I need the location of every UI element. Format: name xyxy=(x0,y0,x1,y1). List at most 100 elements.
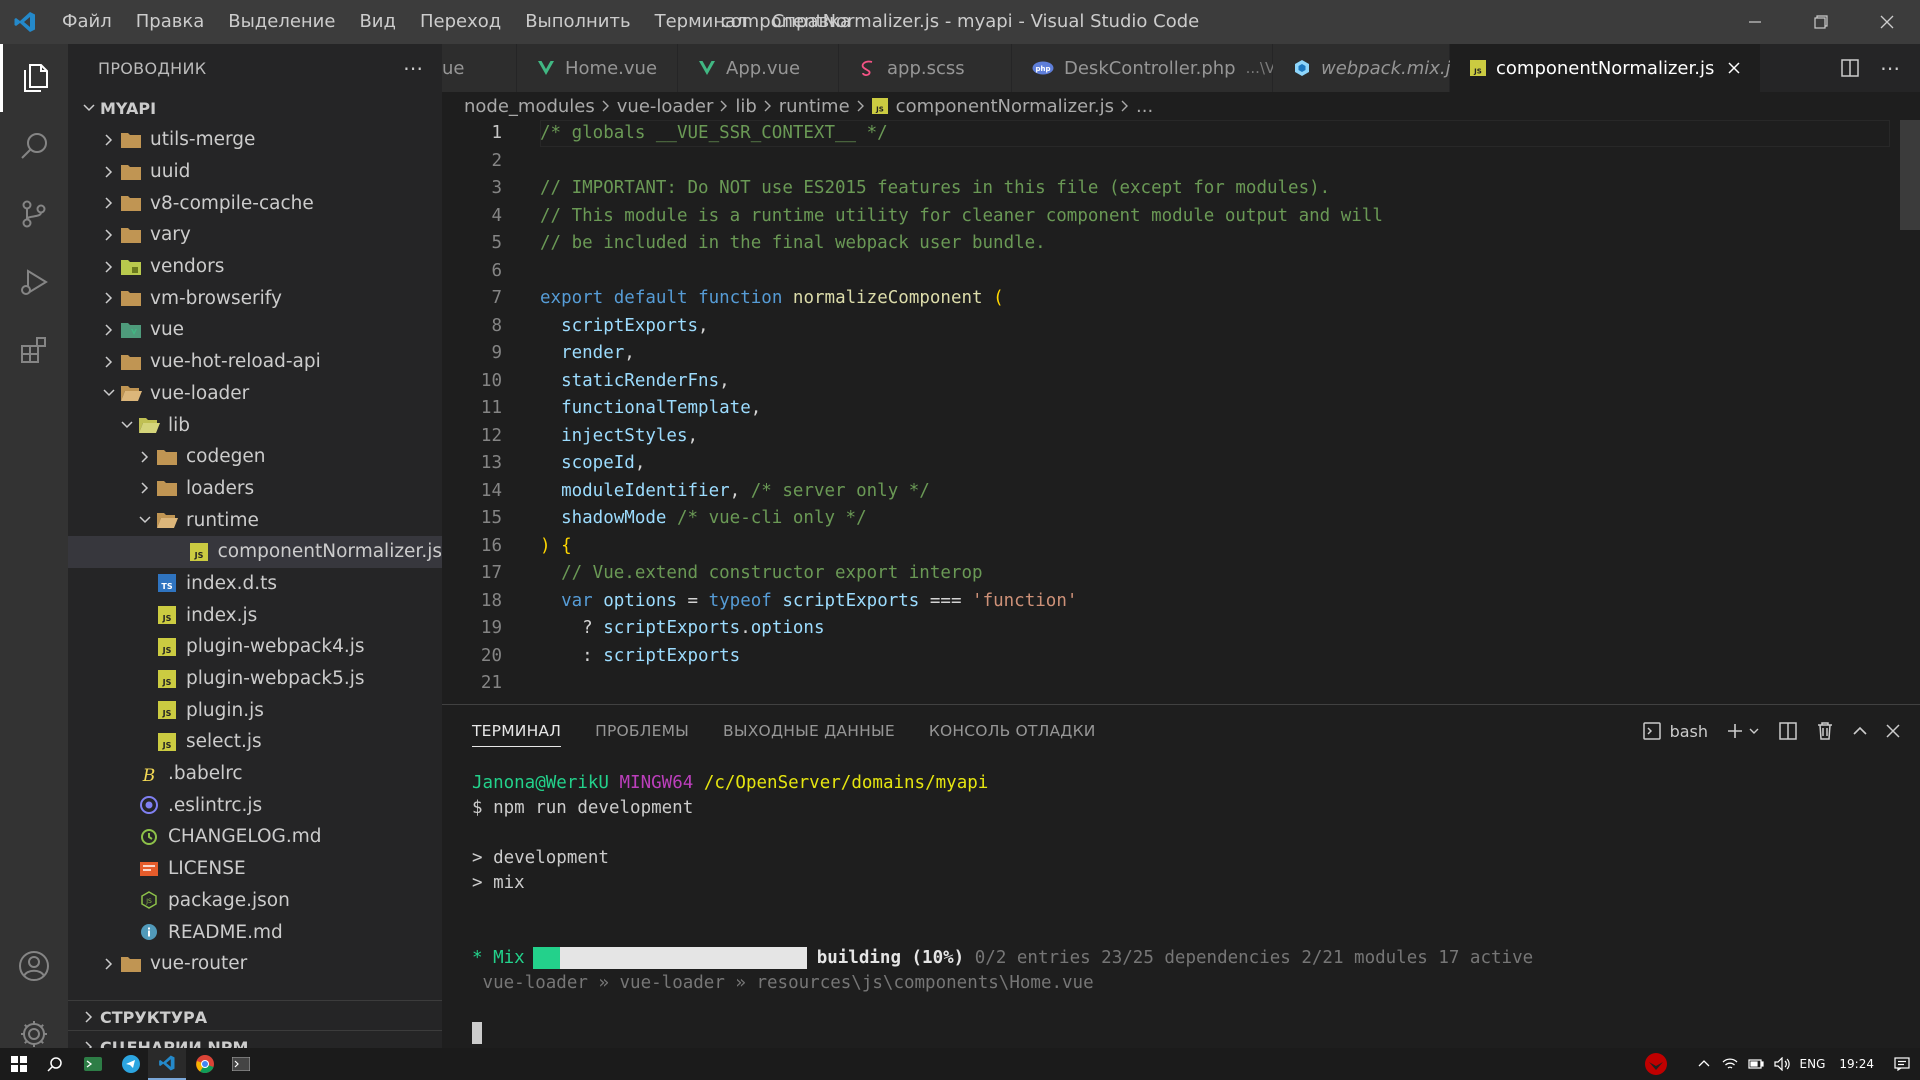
input-language[interactable]: ENG xyxy=(1800,1057,1826,1071)
code-line[interactable]: 8 scriptExports, xyxy=(442,313,1892,341)
outline-section[interactable]: СТРУКТУРА xyxy=(68,1000,442,1033)
tree-file[interactable]: LICENSE xyxy=(68,853,442,885)
code-line[interactable]: 14 moduleIdentifier, /* server only */ xyxy=(442,478,1892,506)
source-control-icon[interactable] xyxy=(0,180,68,248)
code-line[interactable]: 15 shadowMode /* vue-cli only */ xyxy=(442,505,1892,533)
tree-folder[interactable]: loaders xyxy=(68,473,442,505)
split-terminal-icon[interactable] xyxy=(1778,721,1798,741)
menu-item[interactable]: Переход xyxy=(408,0,513,44)
code-line[interactable]: 21 xyxy=(442,670,1892,698)
tree-folder[interactable]: utils-merge xyxy=(68,124,442,156)
taskbar-console-icon[interactable] xyxy=(222,1048,260,1080)
battery-icon[interactable] xyxy=(1747,1059,1764,1069)
menu-item[interactable]: Правка xyxy=(124,0,217,44)
code-line[interactable]: 11 functionalTemplate, xyxy=(442,395,1892,423)
restore-button[interactable] xyxy=(1788,0,1854,44)
close-panel-icon[interactable] xyxy=(1886,724,1900,738)
code-line[interactable]: 4 // This module is a runtime utility for… xyxy=(442,203,1892,231)
tree-folder[interactable]: vary xyxy=(68,219,442,251)
terminal-shell-selector[interactable]: bash xyxy=(1642,721,1708,741)
code-line[interactable]: 18 var options = typeof scriptExports ==… xyxy=(442,588,1892,616)
code-line[interactable]: 1 /* globals __VUE_SSR_CONTEXT__ */ xyxy=(442,120,1892,148)
taskbar-chrome-icon[interactable] xyxy=(186,1048,224,1080)
breadcrumb-item[interactable]: componentNormalizer.js xyxy=(896,96,1114,117)
account-icon[interactable] xyxy=(0,932,68,1000)
code-line[interactable]: 12 injectStyles, xyxy=(442,423,1892,451)
menu-item[interactable]: Выделение xyxy=(216,0,347,44)
explorer-icon[interactable] xyxy=(0,44,68,112)
search-icon[interactable] xyxy=(0,112,68,180)
tree-file[interactable]: JS select.js xyxy=(68,726,442,758)
minimize-button[interactable] xyxy=(1722,0,1788,44)
terminal-output[interactable]: Janona@WerikU MINGW64 /c/OpenServer/doma… xyxy=(472,771,1533,1046)
tree-folder[interactable]: uuid xyxy=(68,156,442,188)
menu-item[interactable]: Вид xyxy=(347,0,408,44)
tree-file[interactable]: .eslintrc.js xyxy=(68,789,442,821)
code-line[interactable]: 20 : scriptExports xyxy=(442,643,1892,671)
close-window-button[interactable] xyxy=(1854,0,1920,44)
breadcrumb-item[interactable]: node_modules xyxy=(464,96,595,117)
taskbar-search-icon[interactable] xyxy=(36,1048,74,1080)
tree-folder[interactable]: vue-loader xyxy=(68,378,442,410)
tree-folder[interactable]: lib xyxy=(68,409,442,441)
editor-tab[interactable]: php DeskController.php ...\V1 xyxy=(1012,44,1285,92)
menu-item[interactable]: Справка xyxy=(760,0,863,44)
editor-tab[interactable]: ue xyxy=(442,44,517,92)
code-line[interactable]: 13 scopeId, xyxy=(442,450,1892,478)
close-tab-icon[interactable] xyxy=(1728,62,1740,74)
code-line[interactable]: 2 xyxy=(442,148,1892,176)
code-line[interactable]: 10 staticRenderFns, xyxy=(442,368,1892,396)
menu-item[interactable]: Терминал xyxy=(643,0,760,44)
editor-tab[interactable]: app.scss xyxy=(839,44,1012,92)
tree-file[interactable]: JS package.json xyxy=(68,885,442,917)
editor-scrollbar[interactable] xyxy=(1900,120,1920,230)
breadcrumb-item[interactable]: lib xyxy=(735,96,756,117)
editor-tab[interactable]: webpack.mix.js xyxy=(1273,44,1460,92)
tree-folder[interactable]: vue-hot-reload-api xyxy=(68,346,442,378)
panel-tab[interactable]: ТЕРМИНАЛ xyxy=(472,705,562,757)
code-line[interactable]: 5 // be included in the final webpack use… xyxy=(442,230,1892,258)
tree-folder[interactable]: v8-compile-cache xyxy=(68,187,442,219)
taskbar-telegram-icon[interactable] xyxy=(112,1048,150,1080)
editor-tab[interactable]: Home.vue xyxy=(517,44,678,92)
tree-file[interactable]: JS plugin-webpack4.js xyxy=(68,631,442,663)
tree-folder[interactable]: codegen xyxy=(68,441,442,473)
wifi-icon[interactable] xyxy=(1722,1057,1738,1071)
menu-item[interactable]: Файл xyxy=(50,0,124,44)
antivirus-icon[interactable] xyxy=(1644,1052,1668,1076)
more-actions-icon[interactable]: ⋯ xyxy=(403,56,424,80)
clock-time[interactable]: 19:24 xyxy=(1839,1057,1874,1071)
editor-tab[interactable]: JS componentNormalizer.js xyxy=(1450,44,1762,92)
code-line[interactable]: 9 render, xyxy=(442,340,1892,368)
notifications-icon[interactable] xyxy=(1894,1057,1910,1071)
panel-tab[interactable]: ВЫХОДНЫЕ ДАННЫЕ xyxy=(723,705,895,757)
tree-file[interactable]: JS plugin.js xyxy=(68,694,442,726)
editor-tab[interactable]: App.vue xyxy=(678,44,839,92)
code-line[interactable]: 16) { xyxy=(442,533,1892,561)
code-editor[interactable]: 1 /* globals __VUE_SSR_CONTEXT__ */ 2 3 // I… xyxy=(442,120,1920,704)
code-line[interactable]: 19 ? scriptExports.options xyxy=(442,615,1892,643)
code-line[interactable]: 7 export default function normalizeCompon… xyxy=(442,285,1892,313)
panel-tab[interactable]: КОНСОЛЬ ОТЛАДКИ xyxy=(929,705,1096,757)
new-terminal-plus-icon[interactable] xyxy=(1726,722,1760,740)
maximize-panel-chevron-up-icon[interactable] xyxy=(1852,723,1868,739)
breadcrumb-item[interactable]: runtime xyxy=(779,96,850,117)
workspace-root[interactable]: MYAPI xyxy=(68,92,442,124)
code-line[interactable]: 6 xyxy=(442,258,1892,286)
code-line[interactable]: 3 // IMPORTANT: Do NOT use ES2015 feature… xyxy=(442,175,1892,203)
tree-folder[interactable]: vendors xyxy=(68,251,442,283)
tree-folder[interactable]: vm-browserify xyxy=(68,282,442,314)
more-actions-icon[interactable]: ⋯ xyxy=(1880,56,1900,80)
split-editor-icon[interactable] xyxy=(1840,58,1860,78)
tree-folder[interactable]: vue xyxy=(68,314,442,346)
taskbar-vscode-icon[interactable] xyxy=(148,1048,186,1080)
tree-folder[interactable]: runtime xyxy=(68,504,442,536)
code-line[interactable]: 17 // Vue.extend constructor export inte… xyxy=(442,560,1892,588)
tree-file[interactable]: JS componentNormalizer.js xyxy=(68,535,442,568)
tree-folder[interactable]: vue-router xyxy=(68,948,442,980)
tray-chevron-up-icon[interactable] xyxy=(1698,1058,1710,1070)
extensions-icon[interactable] xyxy=(0,316,68,384)
tree-file[interactable]: README.md xyxy=(68,916,442,948)
tree-file[interactable]: TS index.d.ts xyxy=(68,568,442,600)
tree-file[interactable]: B .babelrc xyxy=(68,758,442,790)
